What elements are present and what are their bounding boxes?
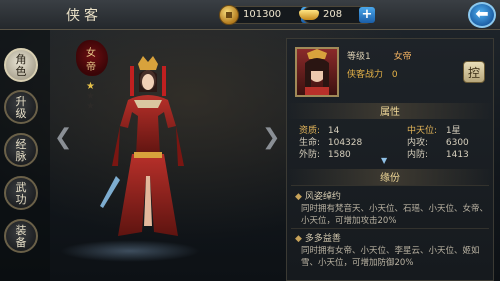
stat-outer-defense: 外防: 1580 [299, 147, 351, 160]
character-figure [100, 56, 184, 236]
star-icon: ★ [86, 101, 95, 112]
fate-title-text: 多多益善 [304, 234, 341, 244]
star-rating: ★ ★ ★ [86, 82, 98, 112]
side-tabs: 角 色 升 级 经 脉 武 功 装 备 [0, 30, 50, 281]
page-title: 侠客 [66, 8, 102, 24]
copper-value: 101300 [243, 9, 282, 20]
tab-label: 功 [15, 193, 27, 206]
attributes-header: 属性 [287, 103, 493, 119]
fate-divider [291, 228, 489, 229]
tab-label: 备 [15, 236, 27, 249]
copper-coin-icon [219, 5, 239, 25]
back-button[interactable]: ⬅ [468, 2, 496, 28]
stat-inner-defense: 内防: 1413 [407, 147, 469, 160]
hero-info-panel: 等级1 女帝 侠客战力 0 控 属性 资质: 14 中天位: 1星 生命: 10… [286, 38, 494, 281]
hero-portrait [295, 47, 339, 97]
stat-value: 1580 [327, 150, 351, 160]
back-arrow-icon: ⬅ [475, 4, 489, 23]
gold-counter: 208 + [299, 5, 375, 25]
tab-label: 脉 [15, 150, 27, 163]
hero-name-row: 等级1 女帝 [347, 49, 412, 62]
hero-name: 女帝 [393, 52, 412, 62]
stat-key: 外防: [299, 150, 321, 160]
expand-chevron-icon[interactable]: ▼ [381, 156, 387, 165]
fate-item-desc: 同时拥有女帝、小天位、李星云、小天位、姬如雪、小天位，可增加防御20% [301, 246, 480, 268]
power-label: 侠客战力 [347, 70, 384, 80]
add-gold-button[interactable]: + [359, 7, 375, 23]
fate-title-text: 风姿绰约 [304, 192, 341, 202]
fate-item-desc: 同时拥有梵音天、小天位、石瑶、小天位、女帝、小天位，可增加攻击20% [301, 204, 489, 226]
fate-item-title: ◆ 风姿绰约 [295, 189, 341, 202]
tab-equipment[interactable]: 装 备 [4, 219, 38, 253]
tab-label: 级 [15, 107, 27, 120]
bullet-icon: ◆ [295, 234, 302, 244]
tab-label: 色 [15, 65, 27, 78]
power-value: 0 [391, 70, 398, 80]
tab-character[interactable]: 角 色 [4, 48, 38, 82]
stat-value: 1413 [445, 150, 469, 160]
badge-text: 女 [86, 48, 96, 59]
tab-meridian[interactable]: 经 脉 [4, 133, 38, 167]
hero-action-button[interactable]: 控 [463, 61, 485, 83]
hero-face-icon [305, 49, 329, 95]
tab-martial-arts[interactable]: 武 功 [4, 176, 38, 210]
hero-power-row: 侠客战力 0 [347, 67, 398, 80]
stat-key: 内防: [407, 150, 429, 160]
bullet-icon: ◆ [295, 192, 302, 202]
hero-level: 等级1 [347, 52, 371, 62]
top-bar: 侠客 101300 + 208 + ⬅ [0, 0, 500, 30]
fate-item-title: ◆ 多多益善 [295, 231, 341, 244]
fate-divider [291, 185, 489, 186]
prev-hero-arrow[interactable]: ❮ [54, 125, 72, 150]
gold-ingot-icon [299, 5, 319, 25]
next-hero-arrow[interactable]: ❯ [262, 125, 280, 150]
fate-header: 缘份 [287, 169, 493, 185]
badge-text: 帝 [86, 62, 96, 73]
tab-level-up[interactable]: 升 级 [4, 90, 38, 124]
gold-value: 208 [323, 9, 343, 20]
